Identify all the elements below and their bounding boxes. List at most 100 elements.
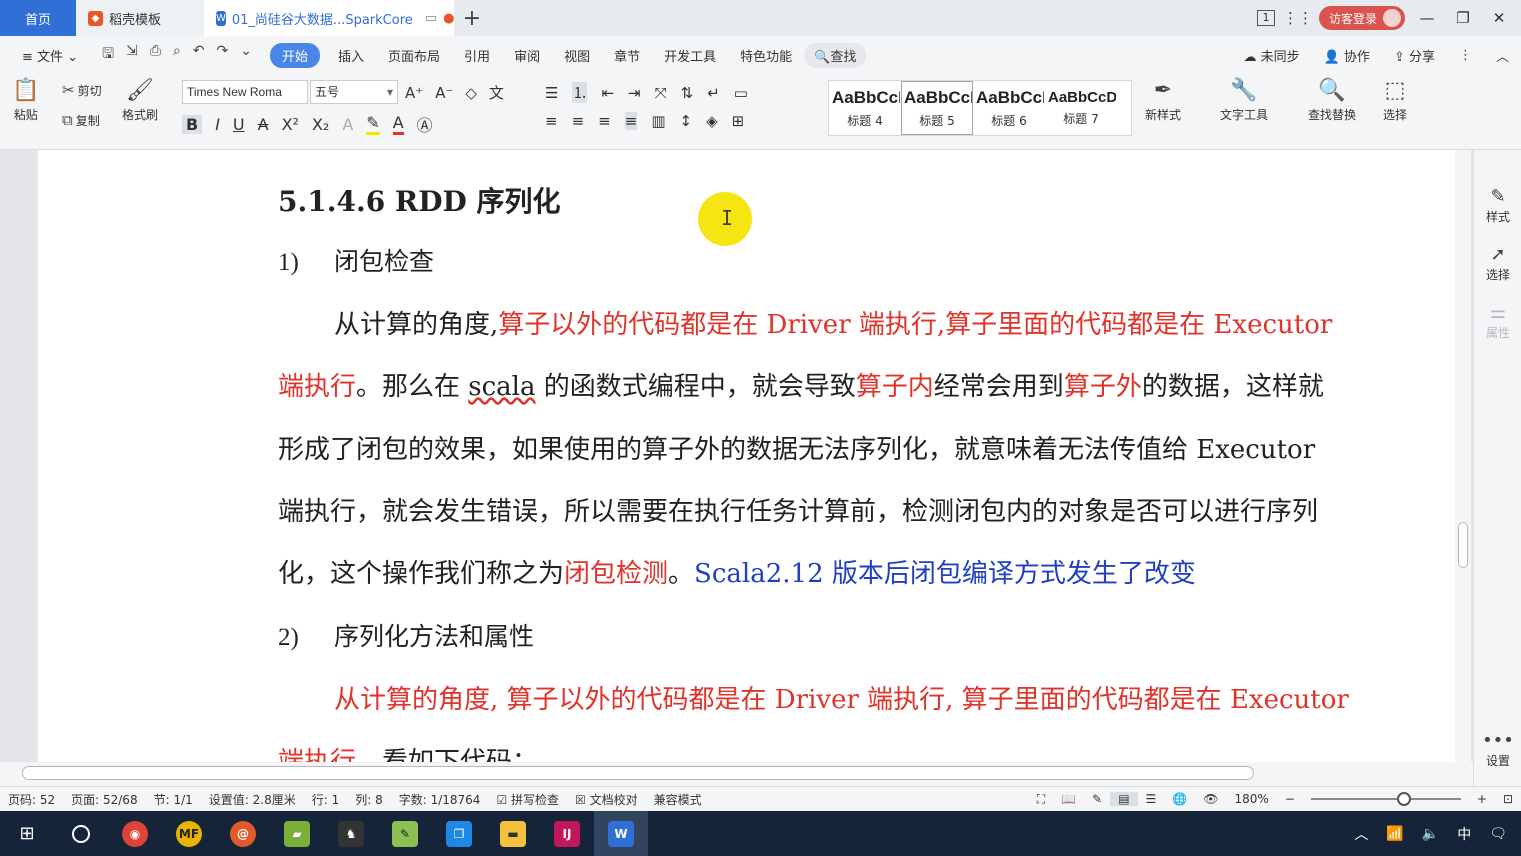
proofread-button[interactable]: ☒ 文档校对 — [567, 791, 646, 808]
settings-panel-button[interactable]: ••• 设置 — [1474, 732, 1521, 769]
guest-login-button[interactable]: 访客登录 — [1318, 6, 1405, 30]
bold-icon[interactable]: B — [182, 114, 203, 134]
menu-layout[interactable]: 页面布局 — [376, 46, 452, 65]
style-panel-button[interactable]: ✎ 样式 — [1474, 188, 1521, 225]
horizontal-scroll-thumb[interactable] — [22, 766, 1254, 780]
bullet-list-icon[interactable]: ☰ — [545, 84, 558, 102]
zoom-slider[interactable] — [1310, 792, 1461, 806]
find-replace-button[interactable]: 🔍 查找替换 — [1308, 80, 1356, 123]
sync-status[interactable]: ☁ 未同步 — [1231, 46, 1311, 65]
vertical-scrollbar[interactable] — [1455, 150, 1471, 762]
save-icon[interactable]: 🖫 — [102, 43, 114, 67]
taskbar-app5[interactable]: ♞ — [324, 811, 378, 856]
menu-insert[interactable]: 插入 — [326, 46, 376, 65]
network-icon[interactable]: 📶 — [1386, 826, 1403, 842]
status-setting[interactable]: 设置值: 2.8厘米 — [201, 791, 304, 808]
select-button[interactable]: ⬚ 选择 — [1383, 80, 1407, 123]
web-view-icon[interactable]: 🌐 — [1164, 792, 1195, 806]
menu-review[interactable]: 审阅 — [502, 46, 552, 65]
justify-icon[interactable]: ≡ — [624, 112, 638, 130]
volume-icon[interactable]: 🔈 — [1422, 826, 1439, 842]
redo-icon[interactable]: ↷ — [217, 43, 229, 67]
zoom-in-button[interactable]: + — [1469, 792, 1495, 806]
status-page-number[interactable]: 页码: 52 — [0, 791, 63, 808]
shrink-font-icon[interactable]: A⁻ — [435, 84, 453, 102]
font-name-select[interactable]: Times New Roma — [182, 80, 308, 104]
subscript-icon[interactable]: X₂ — [312, 115, 329, 134]
font-size-select[interactable]: 五号 — [310, 80, 398, 104]
taskbar-wps[interactable]: W — [594, 811, 648, 856]
style-heading-5[interactable]: AaBbCcI 标题 5 — [901, 81, 973, 135]
borders-icon[interactable]: ⊞ — [732, 112, 745, 130]
export-icon[interactable]: ⇲ — [126, 43, 138, 67]
print-icon[interactable]: ⎙ — [150, 43, 161, 67]
outline-view-icon[interactable]: ☰ — [1138, 792, 1165, 806]
menu-search[interactable]: 🔍查找 — [804, 42, 867, 68]
screen-icon[interactable]: ▭ — [425, 11, 437, 26]
read-mode-icon[interactable]: 📖 — [1053, 792, 1084, 806]
close-icon[interactable]: ✕ — [1485, 9, 1513, 27]
cortana-button[interactable] — [54, 811, 108, 856]
collapse-ribbon-icon[interactable]: ︿ — [1484, 46, 1521, 65]
ime-indicator[interactable]: 中 — [1457, 824, 1471, 844]
fit-page-icon[interactable]: ⊡ — [1495, 792, 1521, 806]
menu-start[interactable]: 开始 — [270, 42, 321, 68]
cut-button[interactable]: ✂ 剪切 — [62, 82, 102, 99]
highlight-icon[interactable]: ✎ — [366, 113, 380, 135]
horizontal-scrollbar[interactable] — [0, 762, 1473, 786]
taskbar-chrome[interactable]: ◉ — [108, 811, 162, 856]
tab-document[interactable]: W 01_尚硅谷大数据...SparkCore ▭ ● — [204, 0, 454, 36]
taskbar-app3[interactable]: @ — [216, 811, 270, 856]
page-view-icon[interactable]: ▤ — [1110, 792, 1138, 806]
italic-icon[interactable]: I — [215, 115, 220, 134]
style-heading-6[interactable]: AaBbCcI 标题 6 — [973, 81, 1045, 135]
menu-developer[interactable]: 开发工具 — [652, 46, 728, 65]
zoom-slider-knob[interactable] — [1396, 792, 1411, 806]
superscript-icon[interactable]: X² — [282, 115, 299, 134]
distributed-icon[interactable]: ▥ — [651, 112, 665, 130]
style-heading-7[interactable]: AaBbCcD 标题 7 — [1045, 81, 1117, 135]
menu-references[interactable]: 引用 — [452, 46, 502, 65]
align-right-icon[interactable]: ≡ — [598, 112, 611, 130]
tray-expand-icon[interactable]: ︿ — [1354, 824, 1368, 844]
status-col[interactable]: 列: 8 — [347, 791, 391, 808]
style-heading-4[interactable]: AaBbCcI 标题 4 — [829, 81, 901, 135]
text-tools-button[interactable]: 🔧 文字工具 — [1220, 80, 1268, 123]
more-icon[interactable]: ⋮ — [1447, 48, 1484, 63]
eye-protect-icon[interactable]: 👁 — [1195, 792, 1226, 806]
clear-format-icon[interactable]: ◇ — [465, 84, 477, 102]
status-row[interactable]: 行: 1 — [304, 791, 348, 808]
align-center-icon[interactable]: ≡ — [572, 112, 585, 130]
menu-file[interactable]: ≡ 文件 ⌄ — [10, 46, 90, 65]
copy-button[interactable]: ⧉ 复制 — [62, 112, 100, 129]
char-border-icon[interactable]: Ⓐ — [417, 112, 433, 136]
increase-indent-icon[interactable]: ⇥ — [628, 84, 641, 102]
notification-icon[interactable]: 🗨 — [1489, 826, 1507, 842]
collaborate-button[interactable]: 👤 协作 — [1312, 46, 1382, 65]
quick-access-dropdown-icon[interactable]: ⌄ — [240, 43, 252, 67]
line-spacing-icon[interactable]: ↕ — [680, 112, 693, 130]
edit-mode-icon[interactable]: ✎ — [1084, 792, 1110, 806]
decrease-indent-icon[interactable]: ⇤ — [601, 84, 614, 102]
taskbar-notepad[interactable]: ✎ — [378, 811, 432, 856]
table-icon[interactable]: ▭ — [734, 84, 748, 102]
format-painter-button[interactable]: 🖌 格式刷 — [122, 80, 158, 123]
tab-template[interactable]: ◆ 稻壳模板 — [76, 0, 204, 36]
show-marks-icon[interactable]: ↵ — [707, 84, 720, 102]
share-button[interactable]: ⇪ 分享 — [1382, 46, 1447, 65]
undo-icon[interactable]: ↶ — [193, 43, 205, 67]
align-left-icon[interactable]: ≡ — [545, 112, 558, 130]
taskbar-explorer[interactable]: ▬ — [486, 811, 540, 856]
start-button[interactable]: ⊞ — [0, 811, 54, 856]
phonetic-icon[interactable]: 文 — [489, 82, 504, 103]
grow-font-icon[interactable]: A⁺ — [405, 84, 423, 102]
new-tab-button[interactable]: + — [454, 0, 490, 36]
new-style-button[interactable]: ✒ 新样式 — [1145, 80, 1181, 123]
taskbar-intellij[interactable]: IJ — [540, 811, 594, 856]
tab-home[interactable]: 首页 — [0, 0, 76, 36]
text-effect-icon[interactable]: A — [342, 115, 353, 134]
grid-icon[interactable]: ⋮⋮ — [1283, 9, 1313, 27]
underline-icon[interactable]: U — [233, 115, 245, 134]
menu-chapter[interactable]: 章节 — [602, 46, 652, 65]
print-preview-icon[interactable]: ⌕ — [173, 43, 181, 67]
